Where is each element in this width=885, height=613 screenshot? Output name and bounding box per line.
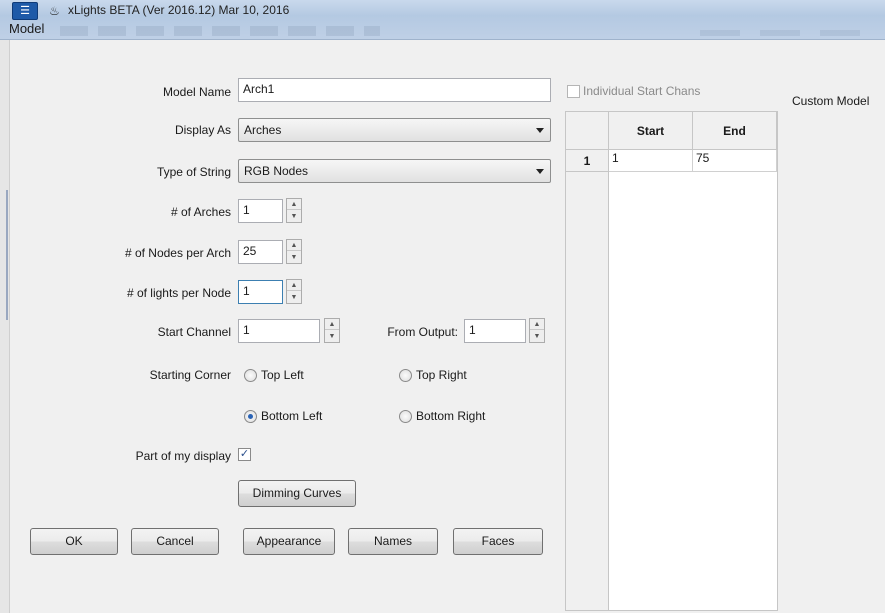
num-arches-field[interactable]: 1 (238, 199, 283, 223)
individual-start-chans-label: Individual Start Chans (583, 84, 701, 98)
start-channel-spinner[interactable]: ▲ ▼ (324, 318, 340, 343)
num-arches-label: # of Arches (170, 205, 231, 219)
nodes-per-arch-field[interactable]: 25 (238, 240, 283, 264)
grid-cell-start[interactable]: 1 (609, 150, 693, 172)
string-type-label: Type of String (156, 165, 231, 179)
toolbar-strip (700, 30, 870, 36)
spin-down-icon[interactable]: ▼ (287, 292, 301, 303)
spin-down-icon[interactable]: ▼ (530, 331, 544, 342)
string-type-value: RGB Nodes (244, 164, 309, 178)
spin-up-icon[interactable]: ▲ (530, 319, 544, 330)
grid-corner-header (566, 112, 609, 150)
start-channel-label: Start Channel (157, 325, 231, 339)
bottom-right-label[interactable]: Bottom Right (416, 409, 485, 423)
display-as-label: Display As (174, 123, 231, 137)
start-channel-field[interactable]: 1 (238, 319, 320, 343)
window-title: xLights BETA (Ver 2016.12) Mar 10, 2016 (68, 3, 290, 17)
top-right-label[interactable]: Top Right (416, 368, 467, 382)
display-as-value: Arches (244, 123, 282, 137)
checkmark-icon: ✓ (239, 448, 250, 460)
grid-cell-end[interactable]: 75 (693, 150, 777, 172)
left-edge-marker (6, 190, 8, 320)
spin-up-icon[interactable]: ▲ (287, 240, 301, 251)
menu-bar (60, 26, 380, 36)
bottom-left-label[interactable]: Bottom Left (261, 409, 322, 423)
top-right-radio[interactable] (399, 369, 412, 382)
appearance-button[interactable]: Appearance (243, 528, 335, 555)
from-output-label: From Output: (387, 325, 458, 339)
top-left-label[interactable]: Top Left (261, 368, 304, 382)
names-button[interactable]: Names (348, 528, 438, 555)
starting-corner-label: Starting Corner (149, 368, 231, 382)
dialog-section-label: Model (9, 21, 45, 36)
lights-per-node-field[interactable]: 1 (238, 280, 283, 304)
part-of-display-label: Part of my display (135, 449, 231, 463)
chevron-down-icon (536, 169, 544, 174)
spin-up-icon[interactable]: ▲ (325, 319, 339, 330)
grid-header-start[interactable]: Start (609, 112, 693, 150)
model-name-label: Model Name (162, 85, 231, 99)
from-output-field[interactable]: 1 (464, 319, 526, 343)
window-menu-icon[interactable]: ☰ (12, 2, 38, 20)
top-left-radio[interactable] (244, 369, 257, 382)
grid-header-end[interactable]: End (693, 112, 777, 150)
model-name-field[interactable]: Arch1 (238, 78, 551, 102)
spin-up-icon[interactable]: ▲ (287, 199, 301, 210)
bottom-left-radio[interactable] (244, 410, 257, 423)
spin-down-icon[interactable]: ▼ (287, 211, 301, 222)
string-type-select[interactable]: RGB Nodes (238, 159, 551, 183)
dimming-curves-button[interactable]: Dimming Curves (238, 480, 356, 507)
individual-start-chans-checkbox[interactable] (567, 85, 580, 98)
spin-down-icon[interactable]: ▼ (325, 331, 339, 342)
bottom-right-radio[interactable] (399, 410, 412, 423)
ok-button[interactable]: OK (30, 528, 118, 555)
spin-up-icon[interactable]: ▲ (287, 280, 301, 291)
spin-down-icon[interactable]: ▼ (287, 252, 301, 263)
display-as-select[interactable]: Arches (238, 118, 551, 142)
part-of-display-checkbox[interactable]: ✓ (238, 448, 251, 461)
nodes-per-arch-label: # of Nodes per Arch (124, 246, 231, 260)
channels-grid[interactable]: Start End 1 1 75 (565, 111, 778, 611)
from-output-spinner[interactable]: ▲ ▼ (529, 318, 545, 343)
grid-row-header-strip (566, 172, 609, 610)
lights-per-node-label: # of lights per Node (126, 286, 231, 300)
cancel-button[interactable]: Cancel (131, 528, 219, 555)
num-arches-spinner[interactable]: ▲ ▼ (286, 198, 302, 223)
chevron-down-icon (536, 128, 544, 133)
custom-model-label: Custom Model (792, 94, 870, 108)
left-edge-panel (0, 40, 10, 613)
nodes-per-arch-spinner[interactable]: ▲ ▼ (286, 239, 302, 264)
grid-row-label: 1 (566, 150, 609, 172)
faces-button[interactable]: Faces (453, 528, 543, 555)
xlights-app-icon: ♨ (49, 4, 60, 18)
lights-per-node-spinner[interactable]: ▲ ▼ (286, 279, 302, 304)
